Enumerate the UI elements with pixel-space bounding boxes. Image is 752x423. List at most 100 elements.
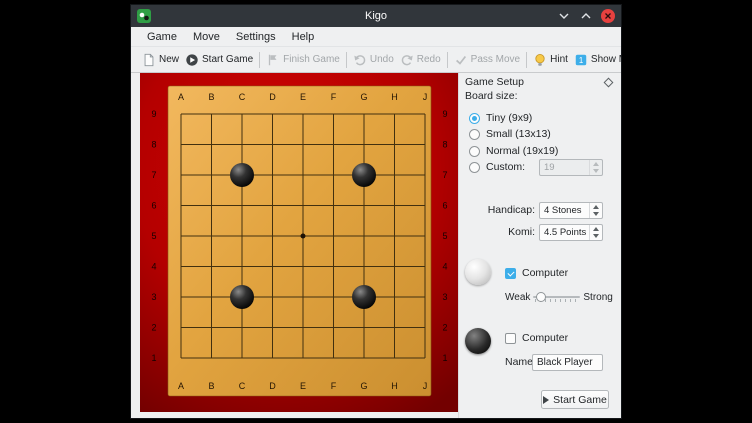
row-label: 9 bbox=[151, 109, 156, 119]
row-label: 6 bbox=[151, 201, 156, 211]
spin-up-icon[interactable] bbox=[590, 225, 602, 233]
radio-small-circle[interactable] bbox=[469, 129, 480, 140]
weak-label: Weak bbox=[505, 292, 530, 303]
row-label: 4 bbox=[151, 262, 156, 272]
toolbar-hint-label: Hint bbox=[550, 54, 568, 65]
custom-size-value: 19 bbox=[540, 160, 589, 175]
radio-tiny-circle[interactable] bbox=[469, 113, 480, 124]
minimize-icon[interactable] bbox=[557, 9, 571, 23]
strong-label: Strong bbox=[583, 292, 612, 303]
column-label: A bbox=[178, 381, 184, 391]
radio-small[interactable]: Small (13x13) bbox=[469, 127, 551, 141]
black-computer-row: Computer bbox=[505, 332, 568, 344]
close-icon[interactable] bbox=[601, 9, 615, 23]
row-label: 7 bbox=[151, 170, 156, 180]
toolbar-show-move-numbers-button[interactable]: 1 Show Move Numbers bbox=[571, 50, 621, 70]
column-label: E bbox=[300, 92, 306, 102]
toolbar-separator bbox=[526, 52, 527, 68]
column-label: J bbox=[423, 381, 428, 391]
handicap-value[interactable]: 4 Stones bbox=[540, 203, 589, 218]
lightbulb-icon bbox=[533, 53, 547, 67]
redo-arrow-icon bbox=[400, 53, 414, 67]
handicap-label: Handicap: bbox=[459, 202, 535, 219]
titlebar[interactable]: Kigo bbox=[131, 5, 621, 27]
spin-down-icon[interactable] bbox=[590, 211, 602, 219]
toolbar-hint-button[interactable]: Hint bbox=[530, 50, 571, 70]
column-label: B bbox=[208, 92, 214, 102]
row-label: 9 bbox=[442, 109, 447, 119]
toolbar-finish-game-label: Finish Game bbox=[283, 54, 340, 65]
toolbar-undo-button: Undo bbox=[350, 50, 397, 70]
toolbar: New Start Game Finish Game Undo bbox=[131, 47, 621, 73]
black-player-name-input[interactable]: Black Player bbox=[532, 354, 603, 371]
document-new-icon bbox=[142, 53, 156, 67]
row-label: 5 bbox=[151, 231, 156, 241]
move-numbers-icon: 1 bbox=[574, 53, 588, 67]
spin-down-icon[interactable] bbox=[590, 233, 602, 241]
menu-game[interactable]: Game bbox=[139, 29, 185, 45]
go-board[interactable]: AABBCCDDEEFFGGHHJJ998877665544332211 bbox=[140, 73, 458, 412]
black-stone[interactable] bbox=[352, 163, 376, 187]
black-stone[interactable] bbox=[230, 285, 254, 309]
radio-normal-label: Normal (19x19) bbox=[486, 145, 558, 157]
titlebar-controls bbox=[557, 5, 615, 27]
row-label: 8 bbox=[442, 140, 447, 150]
start-game-button[interactable]: Start Game bbox=[541, 390, 609, 409]
undo-arrow-icon bbox=[353, 53, 367, 67]
column-label: D bbox=[269, 381, 276, 391]
spin-up-icon bbox=[590, 160, 602, 168]
toolbar-finish-game-button: Finish Game bbox=[263, 50, 343, 70]
toolbar-undo-label: Undo bbox=[370, 54, 394, 65]
row-label: 2 bbox=[151, 323, 156, 333]
toolbar-pass-move-button: Pass Move bbox=[451, 50, 523, 70]
strength-slider[interactable] bbox=[533, 291, 580, 303]
play-circle-icon bbox=[185, 53, 199, 67]
black-stone-image bbox=[465, 328, 491, 354]
toolbar-new-button[interactable]: New bbox=[139, 50, 182, 70]
maximize-icon[interactable] bbox=[579, 9, 593, 23]
radio-normal[interactable]: Normal (19x19) bbox=[469, 144, 558, 158]
black-computer-label: Computer bbox=[522, 332, 568, 344]
panel-title: Game Setup bbox=[465, 76, 524, 88]
column-label: E bbox=[300, 381, 306, 391]
column-label: C bbox=[239, 381, 246, 391]
toolbar-redo-button: Redo bbox=[397, 50, 444, 70]
toolbar-start-game-label: Start Game bbox=[202, 54, 253, 65]
kigo-window: Kigo Game Move Settings Help bbox=[130, 4, 622, 419]
toolbar-separator bbox=[447, 52, 448, 68]
radio-custom-circle[interactable] bbox=[469, 162, 480, 173]
column-label: H bbox=[391, 381, 398, 391]
radio-custom[interactable]: Custom: bbox=[469, 160, 525, 174]
spinbox-arrows bbox=[589, 225, 602, 240]
menu-move[interactable]: Move bbox=[185, 29, 228, 45]
spin-up-icon[interactable] bbox=[590, 203, 602, 211]
row-label: 1 bbox=[151, 353, 156, 363]
komi-value[interactable]: 4.5 Points bbox=[540, 225, 589, 240]
menubar: Game Move Settings Help bbox=[131, 27, 621, 47]
radio-tiny[interactable]: Tiny (9x9) bbox=[469, 111, 532, 125]
black-stone[interactable] bbox=[352, 285, 376, 309]
flag-icon bbox=[266, 53, 280, 67]
row-label: 6 bbox=[442, 201, 447, 211]
spin-down-icon bbox=[590, 168, 602, 176]
toolbar-new-label: New bbox=[159, 54, 179, 65]
board-area: AABBCCDDEEFFGGHHJJ998877665544332211 bbox=[140, 73, 458, 412]
column-label: C bbox=[239, 92, 246, 102]
toolbar-separator bbox=[259, 52, 260, 68]
handicap-spinbox[interactable]: 4 Stones bbox=[539, 202, 603, 219]
column-label: A bbox=[178, 92, 184, 102]
strength-slider-row: Weak Strong bbox=[505, 291, 613, 303]
menu-help[interactable]: Help bbox=[284, 29, 323, 45]
toolbar-start-game-button[interactable]: Start Game bbox=[182, 50, 256, 70]
custom-size-spinbox: 19 bbox=[539, 159, 603, 176]
white-computer-checkbox[interactable] bbox=[505, 268, 516, 279]
float-dock-icon[interactable] bbox=[604, 77, 614, 87]
black-stone[interactable] bbox=[230, 163, 254, 187]
menu-settings[interactable]: Settings bbox=[228, 29, 284, 45]
komi-spinbox[interactable]: 4.5 Points bbox=[539, 224, 603, 241]
radio-tiny-label: Tiny (9x9) bbox=[486, 112, 532, 124]
column-label: B bbox=[208, 381, 214, 391]
radio-normal-circle[interactable] bbox=[469, 146, 480, 157]
column-label: D bbox=[269, 92, 276, 102]
black-computer-checkbox[interactable] bbox=[505, 333, 516, 344]
